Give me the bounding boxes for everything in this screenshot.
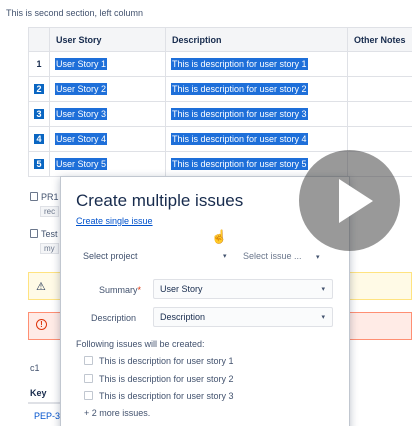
test-label: Test — [41, 229, 58, 239]
key-column-header: Key — [30, 388, 47, 398]
row-number: 5 — [28, 151, 50, 177]
description-text: This is description for user story 4 — [171, 133, 308, 145]
issue-key-link[interactable]: PEP-3 — [34, 411, 60, 421]
description-select[interactable]: Description ▾ — [153, 307, 333, 327]
checkbox[interactable] — [84, 356, 93, 365]
chevron-down-icon: ▾ — [321, 286, 325, 293]
warning-icon: ⚠ — [36, 281, 46, 293]
description-label: Description — [91, 313, 137, 323]
description-text: This is description for user story 2 — [171, 83, 308, 95]
checkbox[interactable] — [84, 391, 93, 400]
play-icon — [339, 179, 373, 223]
user-story-cell[interactable]: User Story 2 — [49, 76, 166, 102]
issue-preview-item[interactable]: This is description for user story 3 — [84, 391, 234, 401]
more-issues-text: + 2 more issues. — [84, 408, 151, 418]
user-story-text: User Story 3 — [55, 108, 108, 120]
table-header-num — [28, 27, 50, 52]
description-text: This is description for user story 3 — [171, 108, 308, 120]
description-cell[interactable]: This is description for user story 1 — [165, 51, 348, 77]
select-project-label: Select project — [83, 251, 138, 261]
chevron-down-icon: ▾ — [321, 314, 325, 321]
notes-cell[interactable] — [347, 126, 412, 152]
user-story-text: User Story 2 — [55, 83, 108, 95]
description-text: This is description for user story 5 — [171, 158, 308, 170]
error-icon: ! — [36, 319, 47, 330]
table-row[interactable]: 4 User Story 4 This is description for u… — [28, 126, 412, 152]
table-header-user-story: User Story — [49, 27, 166, 52]
notes-cell[interactable] — [347, 76, 412, 102]
table-row[interactable]: 2 User Story 2 This is description for u… — [28, 76, 412, 102]
table-header-other-notes: Other Notes — [347, 27, 412, 52]
table-header-description: Description — [165, 27, 348, 52]
description-text: This is description for user story 1 — [171, 58, 308, 70]
table-header-row: User Story Description Other Notes — [28, 27, 412, 52]
issue-type-select[interactable]: Select issue ... ▾ — [243, 251, 320, 261]
test-chip: my — [40, 243, 59, 254]
table-row[interactable]: 3 User Story 3 This is description for u… — [28, 101, 412, 127]
checkbox[interactable] — [84, 374, 93, 383]
dialog-title: Create multiple issues — [76, 191, 244, 210]
notes-cell[interactable] — [347, 51, 412, 77]
chevron-down-icon: ▾ — [316, 254, 320, 261]
user-story-cell[interactable]: User Story 1 — [49, 51, 166, 77]
summary-value: User Story — [160, 284, 203, 294]
section-title: This is second section, left column — [6, 8, 144, 18]
error-banner-right — [348, 312, 412, 340]
description-value: Description — [160, 312, 206, 322]
warning-banner-right — [348, 272, 412, 300]
issue-type-placeholder: Select issue ... — [243, 251, 302, 261]
document-icon — [30, 192, 38, 201]
create-single-issue-link[interactable]: Create single issue — [76, 216, 153, 226]
required-marker: * — [137, 285, 142, 295]
row-number: 2 — [28, 76, 50, 102]
description-cell[interactable]: This is description for user story 3 — [165, 101, 348, 127]
summary-label: Summary* — [99, 285, 142, 295]
user-story-cell[interactable]: User Story 4 — [49, 126, 166, 152]
user-story-text: User Story 4 — [55, 133, 108, 145]
following-issues-text: Following issues will be created: — [76, 339, 205, 349]
project-select-caret[interactable]: ▾ — [223, 250, 227, 260]
user-story-text: User Story 5 — [55, 158, 108, 170]
pr-item[interactable]: PR1 — [30, 192, 59, 202]
row-number: 3 — [28, 101, 50, 127]
hand-cursor-icon: ☝ — [211, 229, 228, 244]
test-item[interactable]: Test — [30, 229, 58, 239]
table-row[interactable]: 1 User Story 1 This is description for u… — [28, 51, 412, 77]
issue-preview-item[interactable]: This is description for user story 1 — [84, 356, 234, 366]
pr-chip: rec — [40, 206, 60, 217]
row-number: 1 — [28, 51, 50, 77]
user-story-cell[interactable]: User Story 5 — [49, 151, 166, 177]
notes-cell[interactable] — [347, 101, 412, 127]
description-cell[interactable]: This is description for user story 2 — [165, 76, 348, 102]
row-number: 4 — [28, 126, 50, 152]
video-play-button[interactable] — [299, 150, 400, 251]
pr-label: PR1 — [41, 192, 59, 202]
issue-preview-item[interactable]: This is description for user story 2 — [84, 374, 234, 384]
summary-select[interactable]: User Story ▾ — [153, 279, 333, 299]
user-story-cell[interactable]: User Story 3 — [49, 101, 166, 127]
c1-label: c1 — [30, 363, 40, 373]
user-story-text: User Story 1 — [55, 58, 108, 70]
chevron-down-icon: ▾ — [223, 253, 227, 260]
document-icon — [30, 229, 38, 238]
description-cell[interactable]: This is description for user story 4 — [165, 126, 348, 152]
